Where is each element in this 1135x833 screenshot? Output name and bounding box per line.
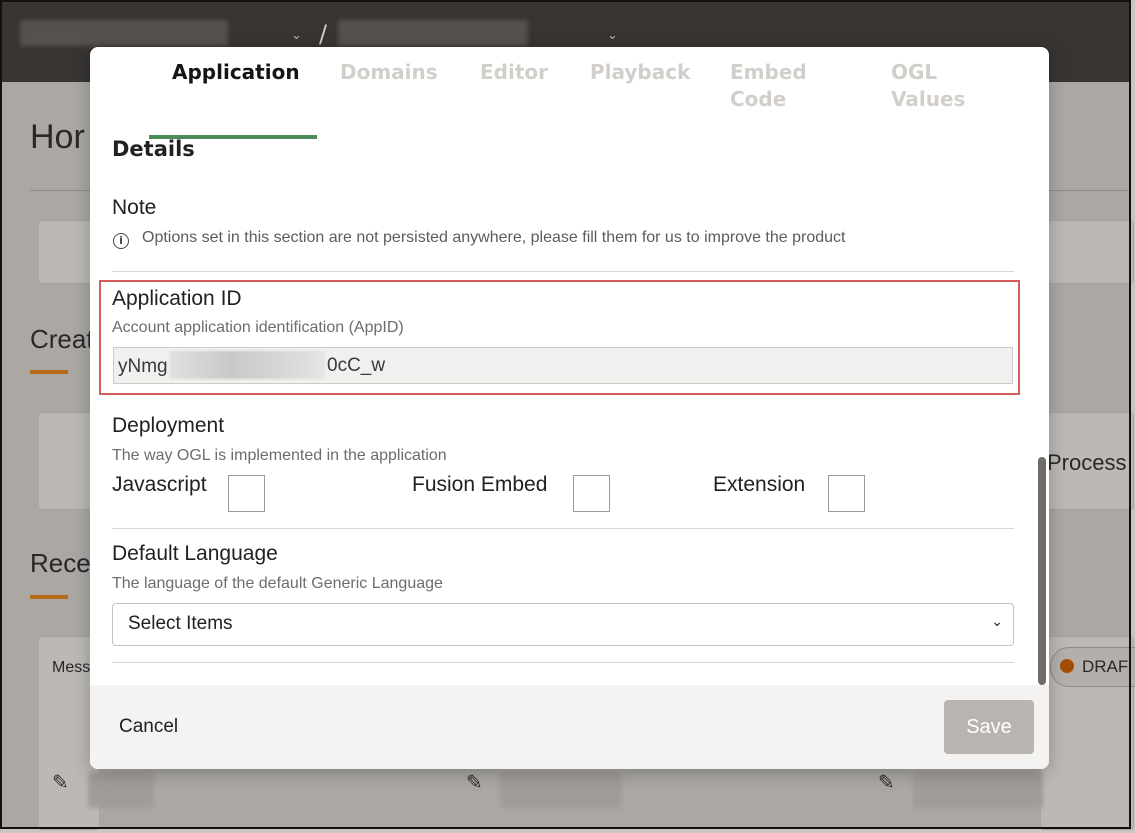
screenshot-frame	[0, 0, 1131, 829]
